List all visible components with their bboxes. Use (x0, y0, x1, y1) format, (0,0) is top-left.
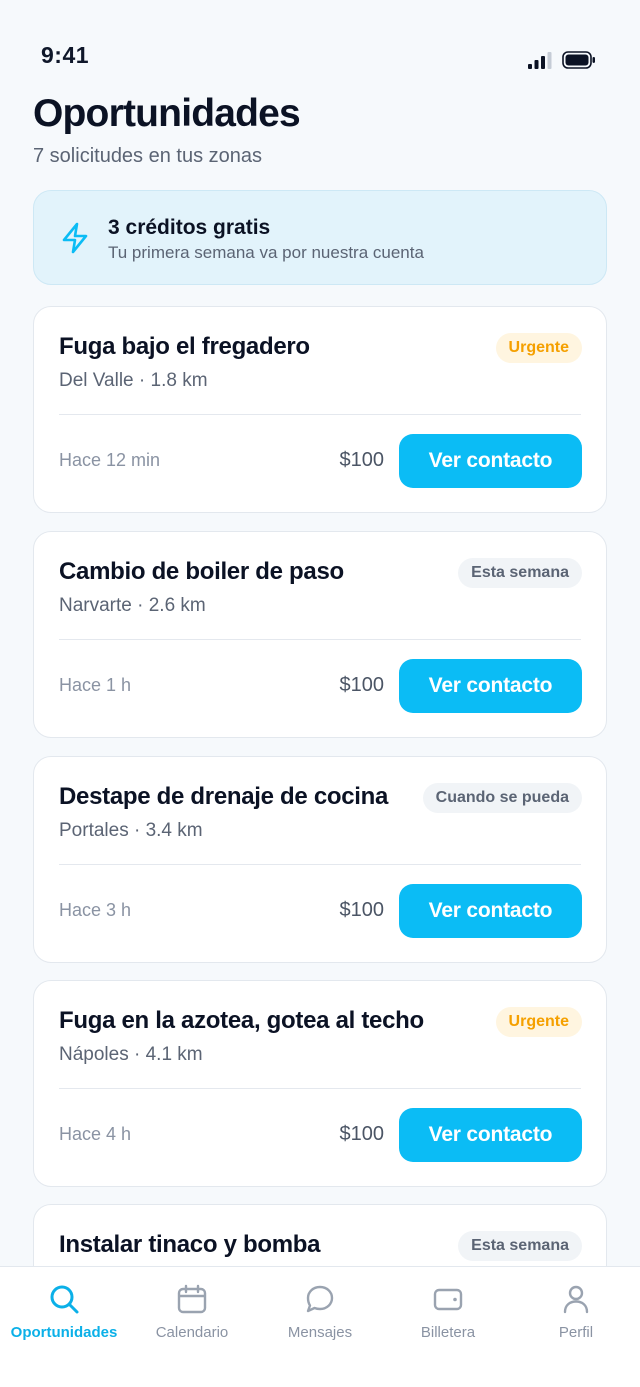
tab-billetera[interactable]: Billetera (384, 1267, 512, 1387)
card-title: Fuga bajo el fregadero (59, 333, 310, 360)
card-location: Nápoles · 4.1 km (59, 1044, 203, 1065)
priority-badge: Esta semana (458, 558, 582, 588)
card-location: Narvarte · 2.6 km (59, 595, 206, 616)
tab-calendario[interactable]: Calendario (128, 1267, 256, 1387)
card-title: Fuga en la azotea, gotea al techo (59, 1007, 424, 1034)
card-location: Del Valle · 1.8 km (59, 370, 208, 391)
opportunity-card[interactable]: Cambio de boiler de paso Esta semana Nar… (33, 531, 607, 738)
battery-icon (562, 51, 595, 69)
bottom-tab-bar: Oportunidades Calendario Mensajes Billet… (0, 1266, 640, 1387)
tab-label: Calendario (155, 1324, 229, 1341)
tab-mensajes[interactable]: Mensajes (256, 1267, 384, 1387)
tab-perfil[interactable]: Perfil (512, 1267, 640, 1387)
search-icon (50, 1285, 79, 1314)
card-price: $100 (339, 899, 385, 921)
card-price: $100 (339, 449, 385, 471)
card-time: Hace 12 min (59, 450, 161, 470)
card-title: Instalar tinaco y bomba (59, 1231, 321, 1258)
divider (59, 864, 581, 865)
priority-badge: Urgente (495, 333, 582, 363)
tab-label: Mensajes (287, 1324, 353, 1341)
chat-icon (306, 1285, 334, 1313)
priority-badge: Esta semana (458, 1231, 582, 1261)
card-price: $100 (339, 674, 385, 696)
card-time: Hace 1 h (59, 675, 132, 695)
status-bar: 9:41 (0, 0, 640, 90)
opportunity-card[interactable]: Fuga bajo el fregadero Urgente Del Valle… (33, 306, 607, 513)
divider (59, 639, 581, 640)
tab-oportunidades[interactable]: Oportunidades (0, 1267, 128, 1387)
view-contact-button[interactable]: Ver contacto (399, 659, 582, 713)
page-subtitle: 7 solicitudes en tus zonas (33, 145, 263, 167)
user-icon (563, 1285, 589, 1314)
card-title: Cambio de boiler de paso (59, 558, 344, 585)
card-time: Hace 4 h (59, 1124, 132, 1144)
tab-label: Billetera (420, 1324, 476, 1341)
view-contact-button[interactable]: Ver contacto (399, 884, 582, 938)
card-time: Hace 3 h (59, 900, 132, 920)
opportunity-list: Fuga bajo el fregadero Urgente Del Valle… (33, 306, 607, 1266)
status-time: 9:41 (41, 42, 90, 68)
promo-banner[interactable]: 3 créditos gratis Tu primera semana va p… (33, 190, 607, 285)
card-price: $100 (339, 1123, 385, 1145)
tab-label: Oportunidades (10, 1324, 118, 1341)
signal-icon (528, 52, 552, 69)
opportunity-card[interactable]: Fuga en la azotea, gotea al techo Urgent… (33, 980, 607, 1187)
wallet-icon (433, 1288, 463, 1311)
view-contact-button[interactable]: Ver contacto (399, 434, 582, 488)
card-location: Portales · 3.4 km (59, 820, 203, 841)
lightning-icon (62, 222, 88, 254)
divider (59, 414, 581, 415)
calendar-icon (177, 1284, 207, 1314)
view-contact-button[interactable]: Ver contacto (399, 1108, 582, 1162)
promo-title: 3 créditos gratis (108, 216, 271, 239)
promo-subtitle: Tu primera semana va por nuestra cuenta (108, 243, 424, 262)
opportunity-card[interactable]: Instalar tinaco y bomba Esta semana (33, 1204, 607, 1266)
opportunity-card[interactable]: Destape de drenaje de cocina Cuando se p… (33, 756, 607, 963)
divider (59, 1088, 581, 1089)
tab-label: Perfil (558, 1324, 594, 1341)
page-title: Oportunidades (33, 92, 301, 135)
priority-badge: Urgente (495, 1007, 582, 1037)
priority-badge: Cuando se pueda (422, 783, 582, 813)
card-title: Destape de drenaje de cocina (59, 783, 389, 810)
